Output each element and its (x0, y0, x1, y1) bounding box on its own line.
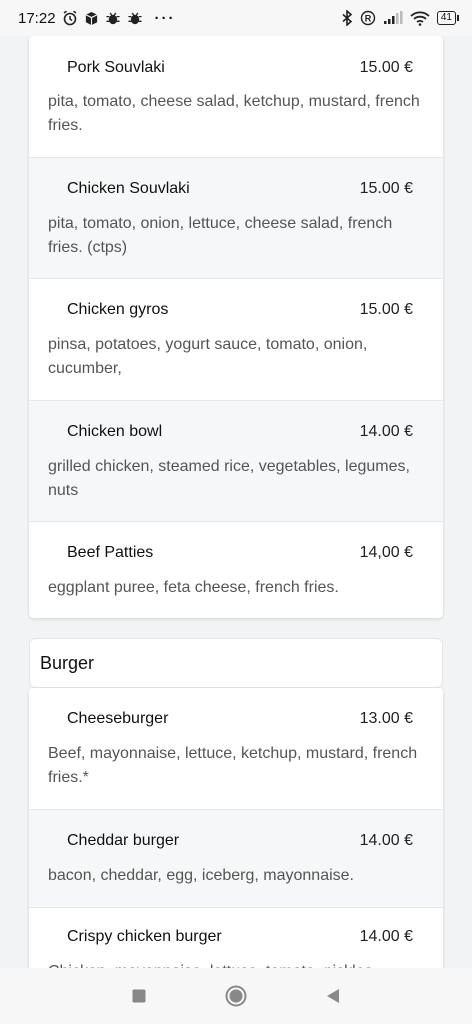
menu-item[interactable]: Crispy chicken burger 14.00 € Chicken, m… (29, 907, 443, 968)
menu-item[interactable]: Chicken gyros 15.00 € pinsa, potatoes, y… (29, 278, 443, 400)
item-price: 15.00 € (359, 301, 413, 318)
item-description: bacon, cheddar, egg, iceberg, mayonnaise… (48, 867, 354, 884)
menu-item[interactable]: Chicken bowl 14.00 € grilled chicken, st… (29, 400, 443, 521)
menu-content[interactable]: Pork Souvlaki 15.00 € pita, tomato, chee… (0, 36, 472, 968)
item-description: eggplant puree, feta cheese, french frie… (48, 579, 339, 596)
item-description: Beef, mayonnaise, lettuce, ketchup, must… (48, 745, 418, 786)
item-price: 14,00 € (359, 544, 413, 561)
item-price: 14.00 € (359, 928, 413, 945)
menu-category-card: Pork Souvlaki 15.00 € pita, tomato, chee… (29, 36, 443, 618)
status-bar: 17:22 ··· R 41 (0, 0, 472, 36)
item-description: pita, tomato, cheese salad, ketchup, mus… (48, 93, 420, 134)
signal-icon (383, 11, 403, 25)
menu-item[interactable]: Pork Souvlaki 15.00 € pita, tomato, chee… (29, 36, 443, 157)
item-description: Chicken, mayonnaise, lettuce, tomato, pi… (48, 960, 429, 968)
menu-item[interactable]: Chicken Souvlaki 15.00 € pita, tomato, o… (29, 157, 443, 278)
category-header[interactable]: Burger (29, 638, 443, 688)
menu-category-card: Cheeseburger 13.00 € Beef, mayonnaise, l… (29, 688, 443, 968)
item-price: 13.00 € (359, 710, 413, 727)
item-description: pita, tomato, onion, lettuce, cheese sal… (48, 215, 393, 256)
bug-icon (105, 11, 121, 26)
clock: 17:22 (18, 9, 56, 27)
svg-text:R: R (365, 14, 372, 24)
item-name: Chicken bowl (67, 423, 163, 440)
category-title: Burger (40, 653, 95, 673)
navigation-bar (0, 968, 472, 1024)
item-description: pinsa, potatoes, yogurt sauce, tomato, o… (48, 336, 368, 377)
item-name: Beef Patties (67, 544, 154, 561)
item-name: Cheddar burger (67, 832, 180, 849)
item-name: Chicken Souvlaki (67, 180, 190, 197)
back-button[interactable] (317, 980, 349, 1012)
bug-icon-2 (127, 11, 143, 26)
item-description: grilled chicken, steamed rice, vegetable… (48, 458, 410, 499)
package-icon (84, 11, 99, 26)
item-price: 14.00 € (359, 832, 413, 849)
registered-icon: R (360, 10, 376, 26)
item-name: Pork Souvlaki (67, 59, 165, 76)
home-button[interactable] (220, 980, 252, 1012)
menu-item[interactable]: Beef Patties 14,00 € eggplant puree, fet… (29, 521, 443, 618)
item-price: 15.00 € (359, 180, 413, 197)
bluetooth-icon (341, 10, 353, 26)
item-name: Crispy chicken burger (67, 928, 222, 945)
alarm-icon (62, 10, 78, 26)
item-name: Cheeseburger (67, 710, 169, 727)
more-notifications-icon: ··· (154, 9, 176, 27)
item-name: Chicken gyros (67, 301, 169, 318)
wifi-icon (410, 11, 430, 26)
recents-button[interactable] (123, 980, 155, 1012)
menu-item[interactable]: Cheeseburger 13.00 € Beef, mayonnaise, l… (29, 688, 443, 809)
item-price: 15.00 € (359, 59, 413, 76)
item-price: 14.00 € (359, 423, 413, 440)
battery-indicator: 41 (436, 11, 460, 25)
menu-item[interactable]: Cheddar burger 14.00 € bacon, cheddar, e… (29, 809, 443, 907)
